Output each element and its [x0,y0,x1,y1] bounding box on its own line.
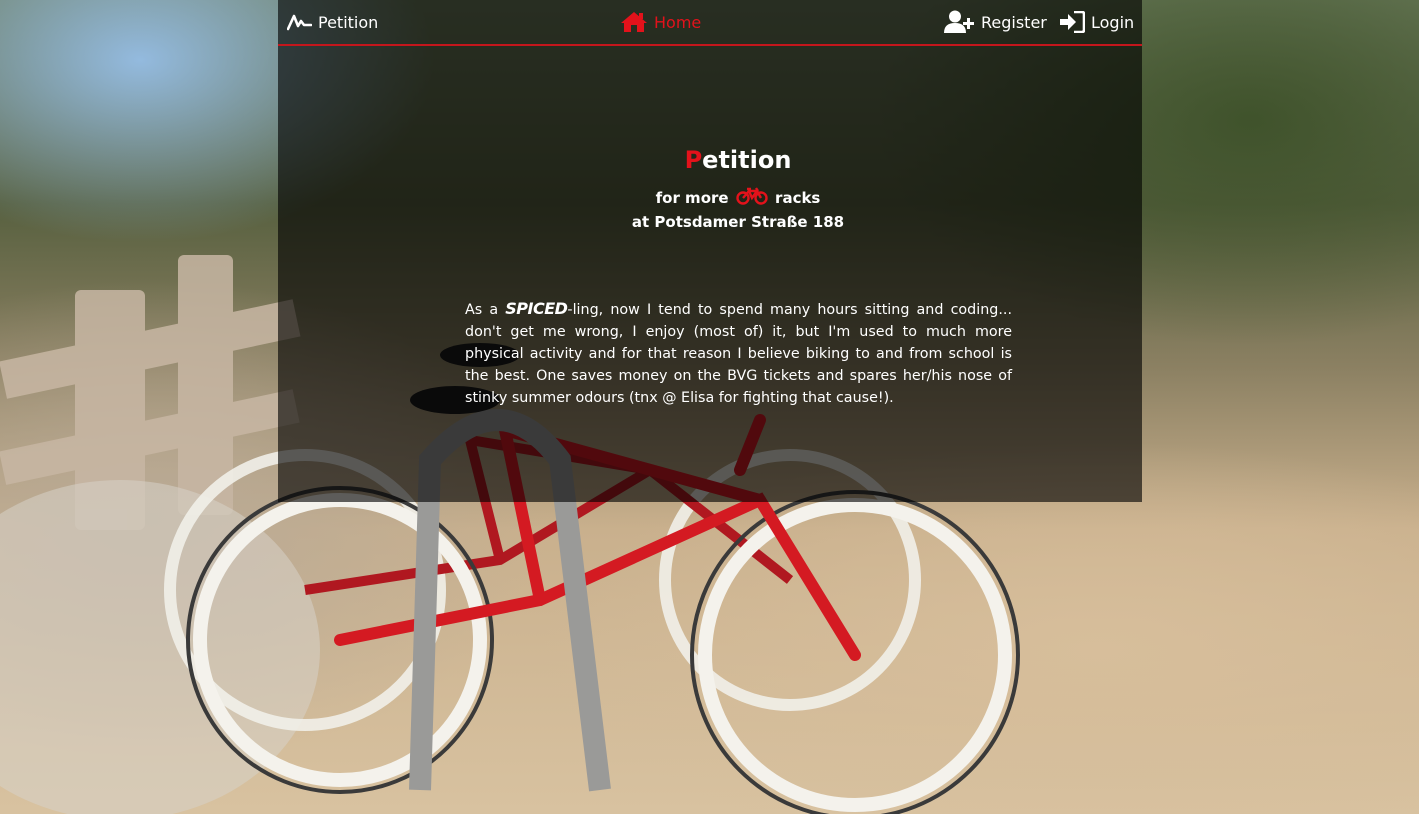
user-plus-icon [944,10,975,34]
nav-login-link[interactable]: Login [1060,0,1134,44]
nav-home-label: Home [654,12,702,32]
spiced-logo-text: SPICED [505,299,568,318]
content-panel [278,0,1142,502]
top-navbar: Petition Home Register Login [278,0,1142,46]
home-icon [620,11,648,33]
nav-register-link[interactable]: Register [944,0,1047,44]
nav-brand-label: Petition [318,12,379,32]
bicycle-icon [736,187,768,211]
pulse-icon [287,13,312,31]
title-first-letter: P [684,146,703,174]
intro-paragraph: As a SPICED-ling, now I tend to spend ma… [465,298,1012,409]
nav-home-link[interactable]: Home [620,0,701,44]
nav-login-label: Login [1091,12,1135,32]
subtitle-after-icon: racks [775,189,821,207]
subtitle-line-1: for more racks [278,187,1198,211]
intro-before-brand: As a [465,302,506,318]
page-title: Petition [278,146,1198,174]
title-rest: etition [702,146,792,174]
nav-brand-link[interactable]: Petition [287,0,378,44]
subtitle-line-2: at Potsdamer Straße 188 [631,213,845,231]
page-subtitle: for more racks at Potsdamer Straße 188 [278,187,1198,233]
subtitle-before-icon: for more [655,189,729,207]
sign-in-icon [1060,11,1085,33]
nav-register-label: Register [981,12,1047,32]
